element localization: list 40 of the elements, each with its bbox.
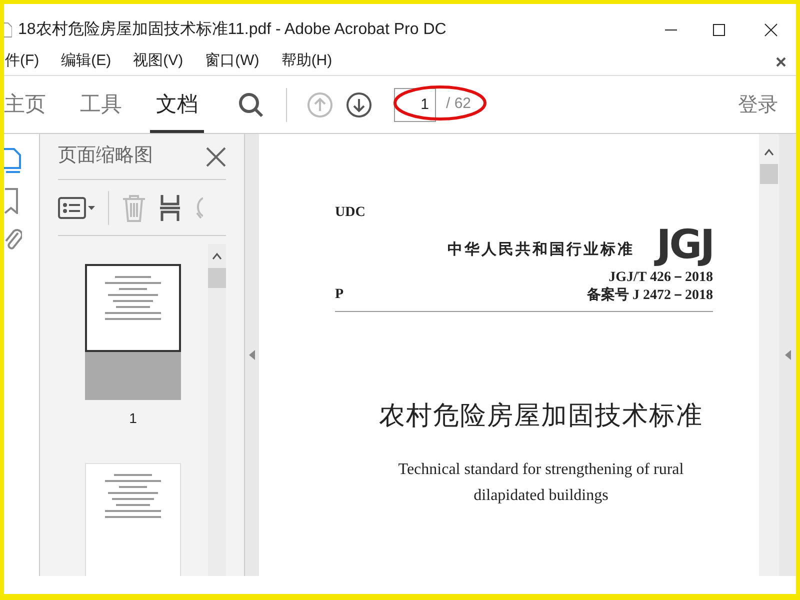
industry-standard-label: 中华人民共和国行业标准 xyxy=(447,240,634,260)
document-title: 农村危险房屋加固技术标准 xyxy=(379,400,703,432)
jgj-logo: JGJ xyxy=(656,225,713,265)
sign-in-link[interactable]: 登录 xyxy=(738,90,778,120)
page-number: 1 xyxy=(129,409,137,428)
scroll-up-icon[interactable] xyxy=(212,252,222,260)
udc-label: UDC xyxy=(335,204,366,222)
page-number-field[interactable]: 1 xyxy=(394,88,436,122)
menu-item[interactable]: 编辑(E) xyxy=(61,50,112,73)
close-icon[interactable] xyxy=(776,56,786,66)
page-thumbnail[interactable] xyxy=(85,264,181,400)
record-number: 备案号 J 2472－2018 xyxy=(587,287,713,305)
toolbar-tab[interactable]: 工具 xyxy=(74,76,128,133)
paperclip-icon[interactable] xyxy=(4,228,22,252)
close-icon[interactable] xyxy=(764,23,778,37)
page-thumbnail[interactable] xyxy=(85,463,181,576)
collapse-right-icon[interactable] xyxy=(784,350,790,360)
page-count: / 62 xyxy=(446,94,472,114)
scrollbar[interactable] xyxy=(208,244,226,576)
page-icon[interactable] xyxy=(4,148,22,174)
p-label: P xyxy=(335,286,344,304)
bookmark-icon[interactable] xyxy=(4,188,18,214)
search-icon[interactable] xyxy=(238,92,264,118)
scrollbar-thumb[interactable] xyxy=(208,268,226,288)
arrow-down-icon[interactable] xyxy=(346,92,372,118)
menu-item[interactable]: 件(F) xyxy=(5,50,40,73)
maximize-icon[interactable] xyxy=(712,23,726,37)
menu-item[interactable]: 视图(V) xyxy=(133,50,184,73)
options-dropdown-icon[interactable] xyxy=(58,196,96,218)
standard-code: JGJ/T 426－2018 xyxy=(608,269,713,286)
scrollbar-thumb[interactable] xyxy=(760,164,778,184)
menu-item[interactable]: 帮助(H) xyxy=(281,50,332,73)
toolbar-tab[interactable]: 主页 xyxy=(4,76,52,133)
insert-page-icon[interactable] xyxy=(159,194,181,222)
panel-title: 页面缩略图 xyxy=(58,144,153,168)
window-title: 18农村危险房屋加固技术标准11.pdf - Adobe Acrobat Pro DC xyxy=(18,20,446,40)
scroll-up-icon[interactable] xyxy=(764,148,774,156)
collapse-left-icon[interactable] xyxy=(249,350,255,360)
menu-item[interactable]: 窗口(W) xyxy=(205,50,260,73)
english-title: Technical standard for strengthening of rural dilapidated buildings xyxy=(397,460,685,506)
